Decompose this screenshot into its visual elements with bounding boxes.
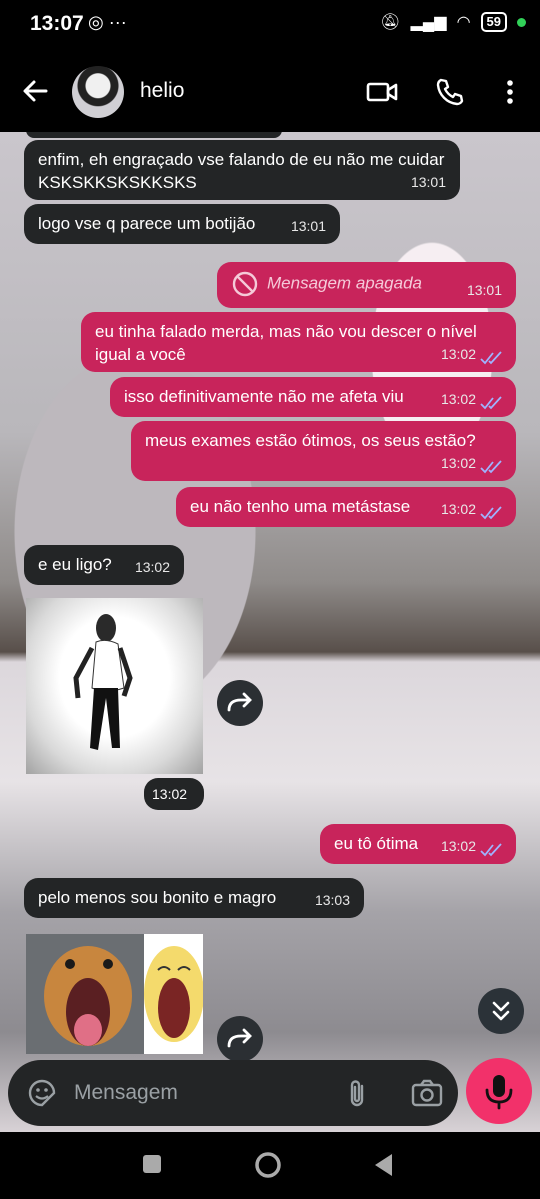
- gif-timestamp: 13:02: [144, 778, 204, 810]
- message-text: eu não tenho uma metástase: [190, 497, 411, 516]
- message-bubble-outgoing[interactable]: meus exames estão ótimos, os seus estão?…: [131, 421, 516, 481]
- message-bubble-incoming[interactable]: e eu ligo? 13:02: [24, 545, 184, 585]
- message-time: 13:02: [440, 501, 476, 517]
- message-bubble-outgoing[interactable]: eu tinha falado merda, mas não vou desce…: [81, 312, 516, 372]
- voice-call-icon[interactable]: [434, 76, 466, 108]
- message-bubble-incoming[interactable]: logo vse q parece um botijão 13:01: [24, 204, 340, 244]
- read-ticks-icon: [480, 351, 502, 365]
- notification-icons: ◎ ···: [88, 12, 127, 32]
- message-composer[interactable]: Mensagem: [8, 1060, 458, 1126]
- message-time: 13:02: [440, 838, 476, 854]
- signal-icon: ▂▄▆: [410, 14, 447, 31]
- message-time: 13:02: [440, 391, 476, 407]
- status-bar: 13:07 ◎ ··· 🔕︎ ▂▄▆ ◠ 59: [0, 0, 540, 50]
- message-time: 13:02: [440, 455, 476, 471]
- message-text: logo vse q parece um botijão: [38, 214, 256, 233]
- forward-icon: [227, 692, 252, 712]
- forward-button[interactable]: [217, 680, 263, 726]
- message-text: meus exames estão ótimos, os seus estão?: [145, 431, 476, 450]
- meme-image: [26, 934, 203, 1054]
- back-button-icon[interactable]: [372, 1152, 394, 1178]
- message-text: eu tô ótima: [334, 834, 419, 853]
- wifi-icon: ◠: [456, 14, 471, 31]
- forward-icon: [227, 1028, 252, 1048]
- message-time: 13:02: [440, 346, 476, 362]
- message-bubble-outgoing[interactable]: eu tô ótima 13:02: [320, 824, 516, 864]
- contact-name[interactable]: helio: [140, 79, 184, 103]
- read-ticks-icon: [480, 460, 502, 474]
- forward-button[interactable]: [217, 1016, 263, 1062]
- read-ticks-icon: [480, 396, 502, 410]
- message-bubble-deleted[interactable]: Mensagem apagada 13:01: [217, 262, 516, 308]
- read-ticks-icon: [480, 843, 502, 857]
- message-time: 13:02: [152, 786, 188, 802]
- message-bubble-incoming[interactable]: pelo menos sou bonito e magro 13:03: [24, 878, 364, 918]
- message-bubble-outgoing[interactable]: eu não tenho uma metástase 13:02: [176, 487, 516, 527]
- privacy-dot-icon: [517, 17, 526, 27]
- microphone-icon: [485, 1075, 513, 1110]
- gif-figure: [73, 614, 133, 750]
- more-options-icon[interactable]: [494, 76, 526, 108]
- image-message[interactable]: [26, 934, 203, 1054]
- message-time: 13:01: [410, 174, 446, 190]
- system-nav-bar: [0, 1132, 540, 1199]
- message-text: pelo menos sou bonito e magro: [38, 888, 277, 907]
- message-bubble-outgoing[interactable]: isso definitivamente não me afeta viu 13…: [110, 377, 516, 417]
- double-chevron-down-icon: [492, 1001, 510, 1021]
- message-text: eu tinha falado merda, mas não vou desce…: [95, 322, 477, 364]
- message-bubble-incoming[interactable]: enfim, eh engraçado vse falando de eu nã…: [24, 140, 460, 200]
- message-text: enfim, eh engraçado vse falando de eu nã…: [38, 150, 445, 192]
- home-button-icon[interactable]: [253, 1150, 283, 1180]
- recents-button-icon[interactable]: [142, 1154, 162, 1174]
- battery-icon: 59: [480, 12, 507, 32]
- back-arrow-icon[interactable]: [20, 76, 50, 106]
- voice-message-button[interactable]: [466, 1058, 532, 1124]
- mute-icon: 🔕︎: [380, 14, 401, 31]
- chat-header: helio: [0, 50, 540, 132]
- message-text: isso definitivamente não me afeta viu: [124, 387, 404, 406]
- message-time: 13:03: [314, 892, 350, 908]
- scroll-to-bottom-button[interactable]: [478, 988, 524, 1034]
- deleted-message-icon: [232, 271, 258, 297]
- chat-area[interactable]: enfim, eh engraçado vse falando de eu nã…: [0, 132, 540, 1132]
- status-time: 13:07: [30, 12, 84, 35]
- status-right-icons: 🔕︎ ▂▄▆ ◠ 59: [380, 12, 526, 32]
- avatar[interactable]: [72, 66, 124, 118]
- message-text: Mensagem apagada: [267, 273, 423, 293]
- read-ticks-icon: [480, 506, 502, 520]
- message-time: 13:01: [466, 282, 502, 298]
- sticker-icon[interactable]: [26, 1077, 58, 1109]
- video-call-icon[interactable]: [366, 76, 398, 108]
- camera-icon[interactable]: [410, 1077, 444, 1109]
- message-time: 13:02: [134, 559, 170, 575]
- attach-icon[interactable]: [342, 1077, 374, 1109]
- message-input[interactable]: Mensagem: [74, 1081, 178, 1105]
- gif-message[interactable]: [26, 598, 203, 774]
- message-time: 13:01: [290, 218, 326, 234]
- message-text: e eu ligo?: [38, 555, 112, 574]
- message-bubble-partial[interactable]: [26, 132, 282, 138]
